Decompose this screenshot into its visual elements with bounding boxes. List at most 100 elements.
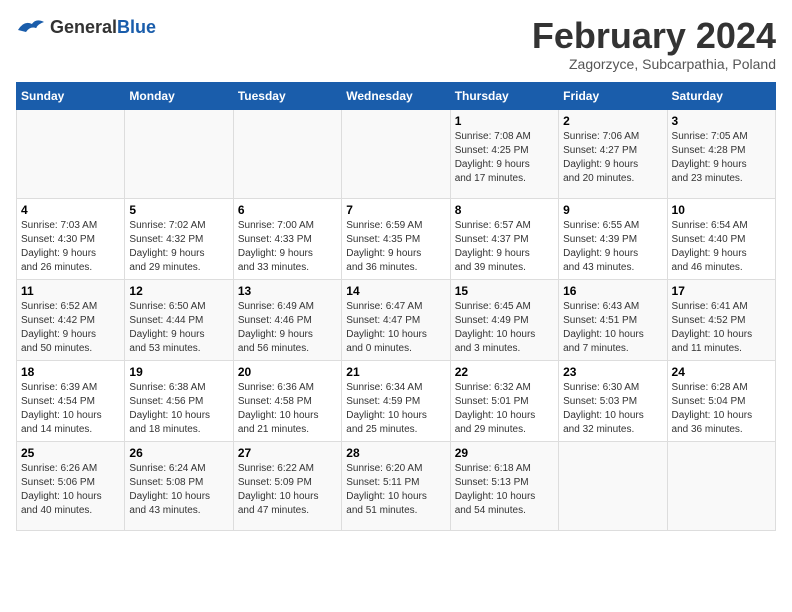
cell-w5-d6: [559, 441, 667, 530]
day-info: Sunrise: 6:52 AM Sunset: 4:42 PM Dayligh…: [21, 300, 120, 356]
cell-w2-d2: 5Sunrise: 7:02 AM Sunset: 4:32 PM Daylig…: [125, 198, 233, 279]
day-info: Sunrise: 7:08 AM Sunset: 4:25 PM Dayligh…: [455, 130, 554, 186]
main-title: February 2024: [532, 16, 776, 56]
title-area: February 2024 Zagorzyce, Subcarpathia, P…: [532, 16, 776, 72]
day-info: Sunrise: 6:45 AM Sunset: 4:49 PM Dayligh…: [455, 300, 554, 356]
cell-w2-d7: 10 Sunrise: 6:54 AM Sunset: 4:40 PM Dayli…: [667, 198, 775, 279]
day-info: Sunrise: 6:49 AM Sunset: 4:46 PM Dayligh…: [238, 300, 337, 356]
day-info: Sunrise: 7:00 AM Sunset: 4:33 PM Dayligh…: [238, 219, 337, 275]
day-number: 23: [563, 365, 662, 379]
day-number: 21: [346, 365, 445, 379]
day-info: Sunrise: 6:20 AM Sunset: 5:11 PM Dayligh…: [346, 462, 445, 518]
header-area: GeneralBlue February 2024 Zagorzyce, Sub…: [16, 16, 776, 72]
logo-bird-icon: [16, 16, 46, 38]
day-info: Sunrise: 7:05 AM Sunset: 4:28 PM Dayligh…: [672, 130, 771, 186]
cell-w3-d2: 12Sunrise: 6:50 AM Sunset: 4:44 PM Dayli…: [125, 279, 233, 360]
day-number: 13: [238, 284, 337, 298]
week-row-2: 4Sunrise: 7:03 AM Sunset: 4:30 PM Daylig…: [17, 198, 776, 279]
cell-w4-d6: 23Sunrise: 6:30 AM Sunset: 5:03 PM Dayli…: [559, 360, 667, 441]
day-number: 2: [563, 114, 662, 128]
day-info: Sunrise: 6:36 AM Sunset: 4:58 PM Dayligh…: [238, 381, 337, 437]
cell-w5-d1: 25 Sunrise: 6:26 AM Sunset: 5:06 PM Dayli…: [17, 441, 125, 530]
cell-w4-d4: 21 Sunrise: 6:34 AM Sunset: 4:59 PM Dayli…: [342, 360, 450, 441]
cell-w1-d2: [125, 109, 233, 198]
day-number: 26: [129, 446, 228, 460]
col-friday: Friday: [559, 82, 667, 109]
day-info: Sunrise: 6:26 AM Sunset: 5:06 PM Dayligh…: [21, 462, 120, 518]
cell-w4-d3: 20 Sunrise: 6:36 AM Sunset: 4:58 PM Dayli…: [233, 360, 341, 441]
col-sunday: Sunday: [17, 82, 125, 109]
day-number: 11: [21, 284, 120, 298]
day-info: Sunrise: 6:32 AM Sunset: 5:01 PM Dayligh…: [455, 381, 554, 437]
day-info: Sunrise: 6:43 AM Sunset: 4:51 PM Dayligh…: [563, 300, 662, 356]
day-info: Sunrise: 6:34 AM Sunset: 4:59 PM Dayligh…: [346, 381, 445, 437]
cell-w2-d5: 8Sunrise: 6:57 AM Sunset: 4:37 PM Daylig…: [450, 198, 558, 279]
day-number: 19: [129, 365, 228, 379]
day-info: Sunrise: 6:38 AM Sunset: 4:56 PM Dayligh…: [129, 381, 228, 437]
day-number: 22: [455, 365, 554, 379]
day-number: 16: [563, 284, 662, 298]
cell-w3-d3: 13 Sunrise: 6:49 AM Sunset: 4:46 PM Dayli…: [233, 279, 341, 360]
day-number: 28: [346, 446, 445, 460]
cell-w3-d1: 11 Sunrise: 6:52 AM Sunset: 4:42 PM Dayli…: [17, 279, 125, 360]
day-number: 3: [672, 114, 771, 128]
day-number: 29: [455, 446, 554, 460]
subtitle: Zagorzyce, Subcarpathia, Poland: [532, 56, 776, 72]
cell-w4-d1: 18Sunrise: 6:39 AM Sunset: 4:54 PM Dayli…: [17, 360, 125, 441]
week-row-3: 11 Sunrise: 6:52 AM Sunset: 4:42 PM Dayli…: [17, 279, 776, 360]
day-info: Sunrise: 6:50 AM Sunset: 4:44 PM Dayligh…: [129, 300, 228, 356]
day-number: 17: [672, 284, 771, 298]
day-number: 18: [21, 365, 120, 379]
day-info: Sunrise: 6:28 AM Sunset: 5:04 PM Dayligh…: [672, 381, 771, 437]
cell-w4-d5: 22 Sunrise: 6:32 AM Sunset: 5:01 PM Dayli…: [450, 360, 558, 441]
cell-w3-d5: 15 Sunrise: 6:45 AM Sunset: 4:49 PM Dayli…: [450, 279, 558, 360]
col-saturday: Saturday: [667, 82, 775, 109]
cell-w2-d6: 9 Sunrise: 6:55 AM Sunset: 4:39 PM Daylig…: [559, 198, 667, 279]
cell-w1-d6: 2Sunrise: 7:06 AM Sunset: 4:27 PM Daylig…: [559, 109, 667, 198]
col-tuesday: Tuesday: [233, 82, 341, 109]
day-number: 9: [563, 203, 662, 217]
cell-w1-d7: 3 Sunrise: 7:05 AM Sunset: 4:28 PM Daylig…: [667, 109, 775, 198]
cell-w5-d2: 26 Sunrise: 6:24 AM Sunset: 5:08 PM Dayli…: [125, 441, 233, 530]
calendar-body: 1 Sunrise: 7:08 AM Sunset: 4:25 PM Daylig…: [17, 109, 776, 530]
col-monday: Monday: [125, 82, 233, 109]
day-number: 20: [238, 365, 337, 379]
col-thursday: Thursday: [450, 82, 558, 109]
day-info: Sunrise: 7:02 AM Sunset: 4:32 PM Dayligh…: [129, 219, 228, 275]
cell-w4-d7: 24Sunrise: 6:28 AM Sunset: 5:04 PM Dayli…: [667, 360, 775, 441]
cell-w3-d4: 14 Sunrise: 6:47 AM Sunset: 4:47 PM Dayli…: [342, 279, 450, 360]
col-wednesday: Wednesday: [342, 82, 450, 109]
day-info: Sunrise: 6:54 AM Sunset: 4:40 PM Dayligh…: [672, 219, 771, 275]
cell-w2-d4: 7 Sunrise: 6:59 AM Sunset: 4:35 PM Daylig…: [342, 198, 450, 279]
day-info: Sunrise: 6:47 AM Sunset: 4:47 PM Dayligh…: [346, 300, 445, 356]
day-number: 1: [455, 114, 554, 128]
calendar-table: Sunday Monday Tuesday Wednesday Thursday…: [16, 82, 776, 531]
cell-w2-d3: 6 Sunrise: 7:00 AM Sunset: 4:33 PM Daylig…: [233, 198, 341, 279]
day-info: Sunrise: 6:55 AM Sunset: 4:39 PM Dayligh…: [563, 219, 662, 275]
week-row-5: 25 Sunrise: 6:26 AM Sunset: 5:06 PM Dayli…: [17, 441, 776, 530]
day-number: 8: [455, 203, 554, 217]
day-info: Sunrise: 6:22 AM Sunset: 5:09 PM Dayligh…: [238, 462, 337, 518]
cell-w1-d4: [342, 109, 450, 198]
cell-w1-d3: [233, 109, 341, 198]
day-number: 7: [346, 203, 445, 217]
day-info: Sunrise: 6:59 AM Sunset: 4:35 PM Dayligh…: [346, 219, 445, 275]
week-row-1: 1 Sunrise: 7:08 AM Sunset: 4:25 PM Daylig…: [17, 109, 776, 198]
day-info: Sunrise: 6:18 AM Sunset: 5:13 PM Dayligh…: [455, 462, 554, 518]
logo-text-general: General: [50, 17, 117, 37]
cell-w1-d1: [17, 109, 125, 198]
day-number: 10: [672, 203, 771, 217]
day-number: 14: [346, 284, 445, 298]
day-number: 15: [455, 284, 554, 298]
logo-text-blue: Blue: [117, 17, 156, 37]
day-info: Sunrise: 6:41 AM Sunset: 4:52 PM Dayligh…: [672, 300, 771, 356]
day-number: 25: [21, 446, 120, 460]
day-number: 4: [21, 203, 120, 217]
cell-w5-d3: 27Sunrise: 6:22 AM Sunset: 5:09 PM Dayli…: [233, 441, 341, 530]
cell-w5-d4: 28 Sunrise: 6:20 AM Sunset: 5:11 PM Dayli…: [342, 441, 450, 530]
week-row-4: 18Sunrise: 6:39 AM Sunset: 4:54 PM Dayli…: [17, 360, 776, 441]
day-info: Sunrise: 6:24 AM Sunset: 5:08 PM Dayligh…: [129, 462, 228, 518]
cell-w4-d2: 19 Sunrise: 6:38 AM Sunset: 4:56 PM Dayli…: [125, 360, 233, 441]
header-row: Sunday Monday Tuesday Wednesday Thursday…: [17, 82, 776, 109]
day-number: 6: [238, 203, 337, 217]
